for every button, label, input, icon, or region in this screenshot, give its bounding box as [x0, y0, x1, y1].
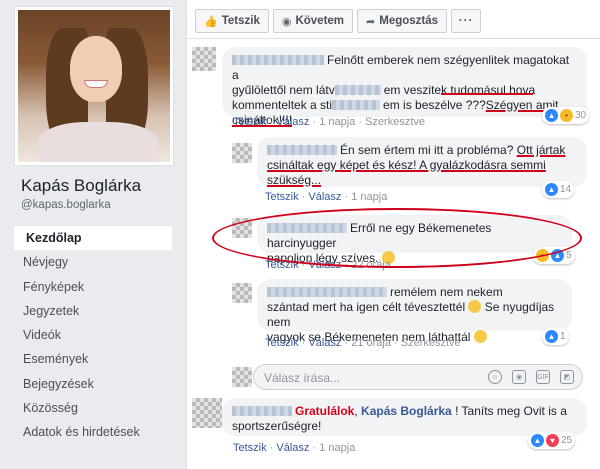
more-button[interactable]: ··· — [451, 9, 482, 33]
mention-link[interactable]: Kapás Boglárka — [361, 404, 452, 418]
nav-item-notes[interactable]: Jegyzetek — [14, 299, 172, 323]
edited-label: Szerkesztve — [365, 116, 426, 128]
left-column: Kapás Boglárka @kapas.boglarka Kezdőlap … — [0, 0, 186, 469]
thumbs-up-icon: 👍 — [204, 15, 218, 28]
love-reaction-icon: ♥ — [546, 434, 559, 447]
page-name[interactable]: Kapás Boglárka — [21, 176, 141, 196]
like-page-button[interactable]: 👍 Tetszik — [195, 9, 269, 33]
reply-tools: ☺ ◉ GIF ◩ — [488, 370, 574, 384]
like-comment-link[interactable]: Tetszik — [265, 191, 299, 203]
gif-icon[interactable]: GIF — [536, 370, 550, 384]
gratulation-text: Gratulálok — [295, 404, 355, 418]
comment-meta: Tetszik · Válasz · 21 órája · Szerkesztv… — [265, 337, 461, 349]
follow-button[interactable]: ◉ Követem — [272, 9, 354, 33]
comment-bubble: Gratulálok, Kapás Boglárka ! Taníts meg … — [222, 398, 587, 436]
share-arrow-icon: ➦ — [366, 15, 376, 28]
red-underline-annotation — [441, 93, 533, 95]
timestamp[interactable]: 21 órája — [351, 337, 391, 349]
timestamp[interactable]: 1 napja — [319, 442, 355, 454]
commenter-avatar[interactable] — [192, 47, 216, 71]
post-comments-area: 👍 Tetszik ◉ Követem ➦ Megosztás ··· Feln… — [186, 0, 600, 469]
page-nav: Kezdőlap Névjegy Fényképek Jegyzetek Vid… — [14, 226, 172, 445]
camera-icon[interactable]: ◉ — [512, 370, 526, 384]
reaction-summary[interactable]: ▲ 1 — [542, 328, 569, 345]
laugh-emoji-icon — [473, 330, 487, 343]
nav-item-info-ads[interactable]: Adatok és hirdetések — [14, 420, 172, 444]
nav-item-events[interactable]: Események — [14, 347, 172, 371]
commenter-avatar[interactable] — [232, 283, 252, 303]
nav-item-photos[interactable]: Fényképek — [14, 275, 172, 299]
like-reaction-icon: ▲ — [545, 109, 558, 122]
sticker-icon[interactable]: ◩ — [560, 370, 574, 384]
share-button[interactable]: ➦ Megosztás — [357, 9, 448, 33]
reply-link[interactable]: Válasz — [308, 337, 341, 349]
profile-picture[interactable] — [14, 6, 174, 166]
reply-input[interactable]: Válasz írása... ☺ ◉ GIF ◩ — [253, 364, 583, 390]
comment-bubble: remélem nem nekem szántad mert ha igen c… — [257, 279, 572, 344]
current-user-avatar — [232, 367, 252, 387]
page-action-bar: 👍 Tetszik ◉ Követem ➦ Megosztás ··· — [195, 9, 482, 33]
like-reaction-icon: ▲ — [531, 434, 544, 447]
reply-link[interactable]: Válasz — [276, 116, 309, 128]
like-reaction-icon: ▲ — [545, 330, 558, 343]
reaction-summary[interactable]: ▲ • 30 — [542, 107, 590, 124]
page-handle[interactable]: @kapas.boglarka — [21, 199, 111, 211]
nav-item-videos[interactable]: Videók — [14, 323, 172, 347]
reaction-summary[interactable]: ▲ ♥ 25 — [528, 432, 576, 449]
profile-photo — [18, 10, 170, 162]
rss-icon: ◉ — [281, 15, 292, 28]
like-comment-link[interactable]: Tetszik — [265, 337, 299, 349]
red-circle-annotation — [212, 208, 582, 268]
commenter-avatar[interactable] — [192, 398, 222, 428]
commenter-avatar[interactable] — [232, 143, 252, 163]
blurred-author-name — [232, 406, 292, 416]
divider — [187, 38, 600, 39]
like-comment-link[interactable]: Tetszik — [233, 442, 267, 454]
emoji-icon[interactable]: ☺ — [488, 370, 502, 384]
blurred-author-name — [267, 145, 337, 155]
sad-reaction-icon: • — [560, 109, 573, 122]
nav-item-posts[interactable]: Bejegyzések — [14, 372, 172, 396]
like-reaction-icon: ▲ — [545, 183, 558, 196]
comment-bubble: Én sem értem mi itt a probléma? Ott járt… — [257, 137, 587, 187]
reply-link[interactable]: Válasz — [308, 191, 341, 203]
nav-item-about[interactable]: Névjegy — [14, 250, 172, 274]
blurred-author-name — [232, 55, 324, 65]
like-comment-link[interactable]: Tetszik — [233, 116, 267, 128]
timestamp[interactable]: 1 napja — [351, 191, 387, 203]
comment-meta: Tetszik · Válasz · 1 napja · Szerkesztve — [233, 116, 426, 128]
reply-link[interactable]: Válasz — [276, 442, 309, 454]
reply-placeholder: Válasz írása... — [264, 371, 341, 385]
nav-item-community[interactable]: Közösség — [14, 396, 172, 420]
blurred-author-name — [267, 287, 387, 297]
reaction-summary[interactable]: ▲ 14 — [542, 181, 575, 198]
grin-emoji-icon — [468, 300, 482, 313]
comment-meta: Tetszik · Válasz · 1 napja — [265, 191, 388, 203]
edited-label: Szerkesztve — [400, 337, 461, 349]
comment-meta: Tetszik · Válasz · 1 napja — [233, 442, 356, 454]
timestamp[interactable]: 1 napja — [319, 116, 355, 128]
comment-bubble: Felnőtt emberek nem szégyenlitek magatok… — [222, 47, 587, 127]
nav-item-home[interactable]: Kezdőlap — [14, 226, 172, 251]
